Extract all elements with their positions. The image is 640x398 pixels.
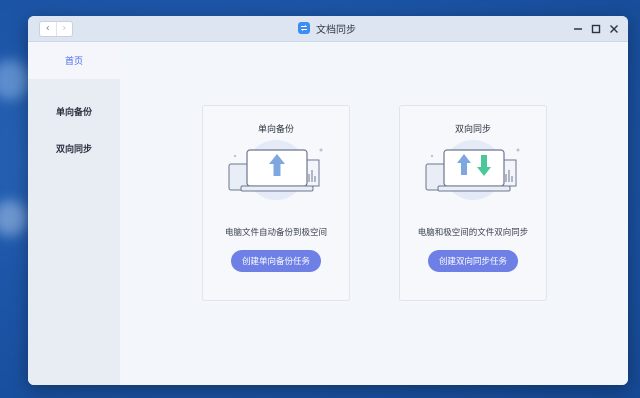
sidebar: 首页 单向备份 双向同步 bbox=[28, 42, 120, 385]
back-button[interactable]: ‹ bbox=[40, 22, 56, 36]
sidebar-item-two-way-sync[interactable]: 双向同步 bbox=[28, 130, 120, 167]
app-window: ‹ › 文档同步 首页 单向备份 双向同步 单向备份 电脑文件自动备份到极空间 … bbox=[28, 16, 628, 385]
title-bar: ‹ › 文档同步 bbox=[28, 16, 628, 42]
maximize-button[interactable] bbox=[590, 21, 602, 35]
forward-button[interactable]: › bbox=[55, 22, 73, 36]
desktop-background-blob bbox=[0, 60, 30, 100]
desktop-background-blob bbox=[0, 200, 28, 236]
sync-illustration bbox=[425, 140, 520, 200]
sidebar-item-one-way-backup[interactable]: 单向备份 bbox=[28, 93, 120, 130]
main-content: 单向备份 电脑文件自动备份到极空间 创建单向备份任务 双向同步 电脑和极空间的文… bbox=[120, 42, 628, 385]
backup-illustration bbox=[228, 140, 323, 200]
card-title: 双向同步 bbox=[454, 125, 491, 135]
minimize-button[interactable] bbox=[572, 21, 584, 35]
window-title: 文档同步 bbox=[316, 24, 356, 36]
window-title-area: 文档同步 bbox=[298, 20, 356, 36]
create-one-way-backup-button[interactable]: 创建单向备份任务 bbox=[231, 250, 321, 272]
two-way-sync-card: 双向同步 电脑和极空间的文件双向同步 创建双向同步任务 bbox=[399, 105, 547, 301]
card-description: 电脑文件自动备份到极空间 bbox=[224, 228, 327, 238]
close-button[interactable] bbox=[608, 21, 620, 35]
create-two-way-sync-button[interactable]: 创建双向同步任务 bbox=[428, 250, 518, 272]
app-icon bbox=[298, 22, 310, 34]
card-description: 电脑和极空间的文件双向同步 bbox=[417, 228, 529, 238]
nav-buttons: ‹ › bbox=[39, 21, 73, 37]
one-way-backup-card: 单向备份 电脑文件自动备份到极空间 创建单向备份任务 bbox=[202, 105, 350, 301]
card-title: 单向备份 bbox=[257, 125, 294, 135]
sidebar-item-home[interactable]: 首页 bbox=[28, 42, 120, 79]
